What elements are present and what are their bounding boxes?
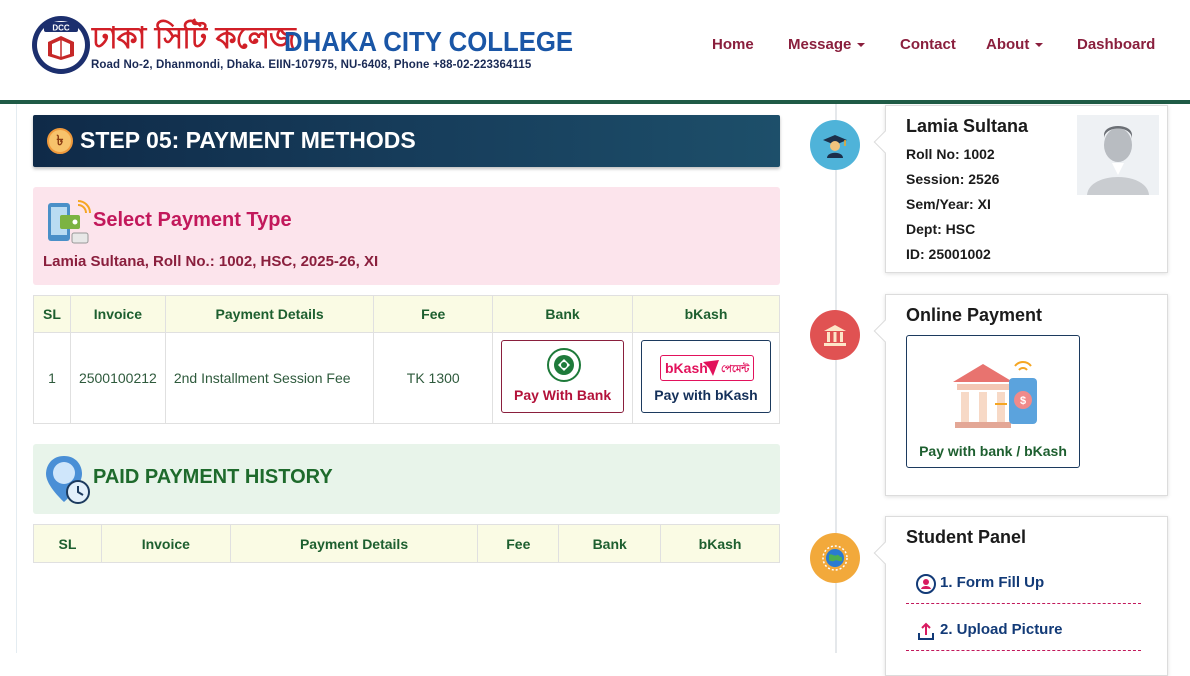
- panel-item-upload-picture[interactable]: 2. Upload Picture: [906, 611, 1141, 651]
- bank-mobile-icon: $: [953, 361, 1037, 428]
- payment-type-panel: Select Payment Type Lamia Sultana, Roll …: [33, 187, 780, 285]
- col-bkash: bKash: [632, 295, 780, 333]
- header-divider: [0, 100, 1190, 104]
- payment-history-table: SL Invoice Payment Details Fee Bank bKas…: [33, 524, 780, 563]
- user-circle-icon: [916, 574, 936, 594]
- col-bkash: bKash: [660, 524, 780, 563]
- mobile-payment-icon: [48, 200, 91, 244]
- svg-text:DCC: DCC: [52, 24, 70, 33]
- college-logo[interactable]: DCC: [30, 14, 92, 76]
- brand-address: Road No-2, Dhanmondi, Dhaka. EIIN-107975…: [91, 59, 532, 71]
- pay-with-bank-label: Pay With Bank: [513, 387, 612, 403]
- student-session: Session: 2526: [906, 171, 1000, 187]
- site-header: DCC ঢাকা সিটি কলেজ DHAKA CITY COLLEGE Ro…: [0, 0, 1190, 100]
- profile-card: Lamia Sultana Roll No: 1002 Session: 252…: [873, 105, 1168, 273]
- table-header-row: SL Invoice Payment Details Fee Bank bKas…: [33, 524, 780, 563]
- globe-icon: [810, 533, 860, 583]
- brand-name-bangla: ঢাকা সিটি কলেজ: [92, 21, 296, 56]
- nav-message[interactable]: Message: [788, 36, 866, 53]
- content-border: [16, 104, 17, 653]
- col-payment-details: Payment Details: [164, 295, 375, 333]
- bkash-bird-icon: [703, 360, 719, 376]
- student-summary: Lamia Sultana, Roll No.: 1002, HSC, 2025…: [43, 253, 379, 270]
- table-header-row: SL Invoice Payment Details Fee Bank bKas…: [33, 295, 780, 333]
- col-fee: Fee: [373, 295, 494, 333]
- chevron-down-icon: [1035, 43, 1044, 48]
- col-bank: Bank: [492, 295, 634, 333]
- payment-table: SL Invoice Payment Details Fee Bank bKas…: [33, 295, 780, 424]
- panel-item-form-fill-up[interactable]: 1. Form Fill Up: [906, 564, 1141, 604]
- student-roll: Roll No: 1002: [906, 146, 995, 162]
- student-sem-year: Sem/Year: XI: [906, 196, 991, 212]
- cell-invoice: 2500100212: [69, 332, 166, 424]
- pay-with-bkash-label: Pay with bKash: [654, 387, 758, 403]
- panel-item-label: 2. Upload Picture: [940, 621, 1063, 638]
- bank-icon: [810, 310, 860, 360]
- col-sl: SL: [33, 295, 71, 333]
- avatar: [1077, 115, 1159, 195]
- col-sl: SL: [33, 524, 102, 563]
- nav-dashboard[interactable]: Dashboard: [1077, 36, 1155, 53]
- cell-bank: Pay With Bank: [492, 332, 634, 424]
- card-pointer: [873, 130, 897, 154]
- student-panel-card: Student Panel 1. Form Fill Up 2. Upload …: [873, 516, 1168, 676]
- nav-contact[interactable]: Contact: [900, 36, 956, 53]
- col-bank: Bank: [558, 524, 662, 563]
- col-fee: Fee: [477, 524, 560, 563]
- student-id: ID: 25001002: [906, 246, 991, 262]
- cell-sl: 1: [33, 332, 71, 424]
- payment-history-title: PAID PAYMENT HISTORY: [93, 466, 333, 488]
- col-payment-details: Payment Details: [229, 524, 479, 563]
- payment-type-title: Select Payment Type: [93, 209, 292, 231]
- upload-icon: [918, 622, 934, 640]
- cell-details: 2nd Installment Session Fee: [164, 332, 375, 424]
- cell-fee: TK 1300: [373, 332, 494, 424]
- payment-history-panel: PAID PAYMENT HISTORY: [33, 444, 780, 514]
- pay-with-bank-bkash-label: Pay with bank / bKash: [919, 443, 1067, 459]
- history-pin-icon: [46, 456, 90, 504]
- online-payment-card: Online Payment $ Pay with bank / bKash: [873, 294, 1168, 496]
- student-dept: Dept: HSC: [906, 221, 976, 237]
- bank-logo-icon: [547, 348, 582, 382]
- student-panel-title: Student Panel: [906, 527, 1027, 547]
- nav-about[interactable]: About: [986, 36, 1044, 53]
- svg-text:$: $: [1020, 395, 1026, 407]
- graduate-icon: [810, 120, 860, 170]
- student-name: Lamia Sultana: [906, 116, 1029, 136]
- cell-bkash: bKash পেমেন্ট Pay with bKash: [632, 332, 780, 424]
- col-invoice: Invoice: [100, 524, 231, 563]
- pay-with-bank-bkash-button[interactable]: $ Pay with bank / bKash: [906, 335, 1080, 468]
- col-invoice: Invoice: [69, 295, 166, 333]
- taka-icon: ৳: [47, 128, 73, 154]
- online-payment-title: Online Payment: [906, 305, 1043, 325]
- brand-name-english: DHAKA CITY COLLEGE: [284, 26, 574, 57]
- chevron-down-icon: [857, 43, 866, 48]
- pay-with-bkash-button[interactable]: bKash পেমেন্ট Pay with bKash: [641, 340, 771, 413]
- bkash-logo: bKash পেমেন্ট: [660, 355, 754, 381]
- nav-home[interactable]: Home: [712, 36, 754, 53]
- card-pointer: [873, 319, 897, 343]
- step-header: ৳ STEP 05: PAYMENT METHODS: [33, 115, 780, 167]
- step-title: STEP 05: PAYMENT METHODS: [80, 127, 416, 153]
- card-pointer: [873, 541, 897, 565]
- panel-item-label: 1. Form Fill Up: [940, 574, 1045, 591]
- pay-with-bank-button[interactable]: Pay With Bank: [501, 340, 625, 413]
- table-row: 1 2500100212 2nd Installment Session Fee…: [33, 332, 780, 424]
